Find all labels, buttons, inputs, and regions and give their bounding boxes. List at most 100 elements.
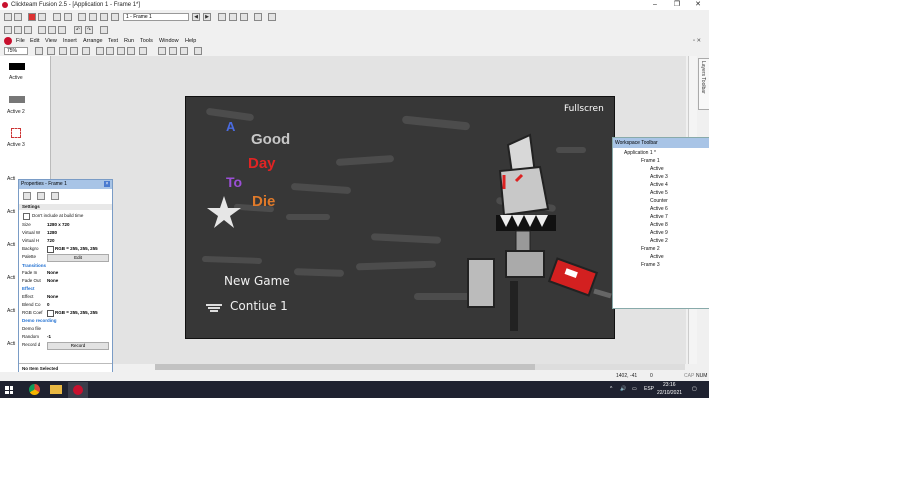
tree-item[interactable]: Counter xyxy=(650,198,668,204)
object-thumbnail-active-2[interactable] xyxy=(9,96,25,103)
object-label-truncated[interactable]: Acti xyxy=(7,341,15,347)
close-icon[interactable]: × xyxy=(104,181,110,187)
select-icon[interactable] xyxy=(59,47,67,55)
layers-toolbar-tab[interactable]: Layers Toolbar xyxy=(698,58,709,110)
align-right-icon[interactable] xyxy=(180,47,188,55)
scrollbar-thumb[interactable] xyxy=(155,364,535,370)
menu-arrange[interactable]: Arrange xyxy=(83,38,103,44)
data-elements-icon[interactable] xyxy=(100,13,108,21)
window-icon[interactable] xyxy=(229,13,237,21)
tree-item[interactable]: Active 3 xyxy=(650,174,668,180)
new-icon[interactable] xyxy=(4,13,12,21)
menu-view[interactable]: View xyxy=(45,38,57,44)
tree-item[interactable]: Active 8 xyxy=(650,222,668,228)
run-application-icon[interactable] xyxy=(100,26,108,34)
tree-item[interactable]: Active 6 xyxy=(650,206,668,212)
object-label-truncated[interactable]: Acti xyxy=(7,308,15,314)
menu-window[interactable]: Window xyxy=(159,38,179,44)
language-indicator[interactable]: ESP xyxy=(644,386,654,392)
random-value[interactable]: -1 xyxy=(47,334,51,339)
network-icon[interactable]: ▭ xyxy=(632,386,637,392)
app-menu-icon[interactable] xyxy=(4,37,12,45)
event-editor-icon[interactable] xyxy=(78,13,86,21)
menu-insert[interactable]: Insert xyxy=(63,38,77,44)
menu-text[interactable]: Text xyxy=(108,38,118,44)
menu-edit[interactable]: Edit xyxy=(30,38,39,44)
object-label-truncated[interactable]: Acti xyxy=(7,176,15,182)
about-icon[interactable] xyxy=(51,192,59,200)
zoom-selector[interactable]: 75% xyxy=(4,47,28,55)
expand-icon[interactable] xyxy=(194,47,202,55)
frame-editor-canvas[interactable]: Fullscren A Good Day To Die New Game Con… xyxy=(51,56,686,364)
game-frame[interactable]: Fullscren A Good Day To Die New Game Con… xyxy=(185,96,615,339)
frame-icon[interactable] xyxy=(240,13,248,21)
paste-icon[interactable] xyxy=(58,26,66,34)
copy-icon[interactable] xyxy=(48,26,56,34)
blend-coef-value[interactable]: 0 xyxy=(47,302,50,307)
display-icon[interactable] xyxy=(268,13,276,21)
volume-icon[interactable]: 🔊 xyxy=(620,386,626,392)
runtime-options-icon[interactable] xyxy=(37,192,45,200)
rgb-coef-value[interactable]: RGB = 255, 255, 255 xyxy=(55,310,98,315)
text-tool-icon[interactable] xyxy=(139,47,147,55)
new-file-icon[interactable] xyxy=(4,26,12,34)
tree-frame-3[interactable]: Frame 3 xyxy=(641,262,660,268)
redo-icon[interactable]: ↷ xyxy=(85,26,93,34)
frame-selector[interactable]: 1 - Frame 1 xyxy=(123,13,189,21)
object-label-truncated[interactable]: Acti xyxy=(7,275,15,281)
windows-start-icon[interactable] xyxy=(5,386,13,394)
mdi-restore-icon[interactable]: ▫ ✕ xyxy=(693,38,701,44)
size-value[interactable]: 1280 x 720 xyxy=(47,222,70,227)
tree-item[interactable]: Active 5 xyxy=(650,190,668,196)
object-label-truncated[interactable]: Acti xyxy=(7,242,15,248)
hand-icon[interactable] xyxy=(35,47,43,55)
clock-time[interactable]: 23:16 xyxy=(663,382,676,388)
horizontal-scrollbar[interactable] xyxy=(155,364,685,370)
virtual-width-value[interactable]: 1280 xyxy=(47,230,57,235)
fade-in-value[interactable]: None xyxy=(47,270,58,275)
fill-icon[interactable] xyxy=(106,47,114,55)
tree-item[interactable]: Active xyxy=(650,254,664,260)
open-icon[interactable] xyxy=(14,13,22,21)
menu-help[interactable]: Help xyxy=(185,38,196,44)
expression-icon[interactable] xyxy=(111,13,119,21)
chrome-icon[interactable] xyxy=(29,384,40,395)
maximize-icon[interactable]: ❐ xyxy=(670,1,684,9)
object-thumbnail-active-3[interactable] xyxy=(11,128,21,138)
tree-item[interactable]: Active 9 xyxy=(650,230,668,236)
settings-icon[interactable] xyxy=(38,13,46,21)
effect-value[interactable]: None xyxy=(47,294,58,299)
align-center-icon[interactable] xyxy=(169,47,177,55)
fusion-taskbar-button[interactable] xyxy=(68,382,88,398)
shape-icon[interactable] xyxy=(127,47,135,55)
dont-include-checkbox[interactable] xyxy=(23,213,30,220)
fullscreen-button[interactable]: Fullscren xyxy=(564,104,604,114)
tree-frame-1[interactable]: Frame 1 xyxy=(641,158,660,164)
menu-run[interactable]: Run xyxy=(124,38,134,44)
palette-edit-button[interactable]: Edit xyxy=(47,254,109,262)
open-file-icon[interactable] xyxy=(14,26,22,34)
object-thumbnail-active[interactable] xyxy=(9,63,25,70)
save-icon[interactable] xyxy=(24,26,32,34)
brush-icon[interactable] xyxy=(96,47,104,55)
align-icon[interactable] xyxy=(82,47,90,55)
background-value[interactable]: RGB = 255, 255, 255 xyxy=(55,246,98,251)
align-left-icon[interactable] xyxy=(158,47,166,55)
previous-frame-icon[interactable]: ◀ xyxy=(192,13,200,21)
stop-icon[interactable] xyxy=(28,13,36,21)
virtual-height-value[interactable]: 720 xyxy=(47,238,55,243)
record-button[interactable]: Record xyxy=(47,342,109,350)
layout-icon[interactable] xyxy=(218,13,226,21)
close-icon[interactable]: ✕ xyxy=(691,1,705,9)
properties-tab-icon[interactable] xyxy=(23,192,31,200)
tree-item[interactable]: Active 7 xyxy=(650,214,668,220)
grid-icon[interactable] xyxy=(254,13,262,21)
clock-date[interactable]: 22/10/2021 xyxy=(657,390,682,396)
notifications-icon[interactable]: ▢ xyxy=(692,386,697,392)
zoom-icon[interactable] xyxy=(47,47,55,55)
frame-view-icon[interactable] xyxy=(70,47,78,55)
rgb-coef-swatch[interactable] xyxy=(47,310,54,317)
tree-application[interactable]: Application 1 * xyxy=(624,150,656,156)
object-label-truncated[interactable]: Acti xyxy=(7,209,15,215)
object-label-active-3[interactable]: Active 3 xyxy=(7,142,25,148)
